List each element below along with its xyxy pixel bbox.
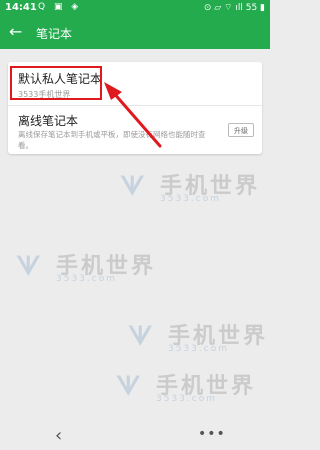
- annotation-arrow-icon: [104, 82, 162, 148]
- nav-back-icon[interactable]: ‹: [55, 425, 62, 446]
- nav-menu-icon[interactable]: •••: [198, 426, 226, 442]
- navigation-bar: ‹ •••: [0, 422, 270, 450]
